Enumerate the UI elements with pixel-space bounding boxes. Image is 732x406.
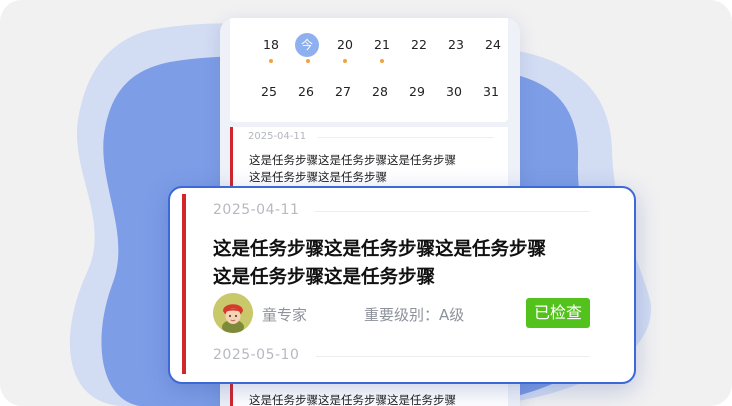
- task-accent-bar: [230, 384, 233, 406]
- calendar-day[interactable]: 24: [478, 37, 508, 53]
- calendar-day[interactable]: 31: [476, 84, 506, 100]
- calendar-day[interactable]: 25: [254, 84, 284, 100]
- calendar-day[interactable]: 27: [328, 84, 358, 100]
- event-dot: [269, 59, 273, 63]
- expert-avatar-icon: [213, 293, 253, 333]
- task-title: 这是任务步骤这是任务步骤这是任务步骤 这是任务步骤这是任务步骤: [213, 239, 547, 288]
- divider: [314, 211, 590, 212]
- calendar-day[interactable]: 23: [441, 37, 471, 53]
- next-task-date: 2025-05-10: [213, 347, 300, 363]
- calendar-day[interactable]: 21: [367, 37, 397, 63]
- event-dot: [306, 59, 310, 63]
- day-number: 18: [263, 37, 279, 52]
- calendar-widget: 今 18 20 21 22 23 24 25 26 27 28 29 30 31: [230, 18, 508, 122]
- day-number: 21: [374, 37, 390, 52]
- task-date: 2025-04-11: [213, 202, 300, 218]
- divider: [318, 137, 494, 138]
- calendar-day[interactable]: 28: [365, 84, 395, 100]
- task-text: 这是任务步骤这是任务步骤这是任务步骤 这是任务步骤这是任务步骤: [249, 153, 456, 184]
- calendar-day[interactable]: 22: [404, 37, 434, 53]
- task-item[interactable]: 这是任务步骤这是任务步骤这是任务步骤: [230, 384, 508, 406]
- status-badge[interactable]: 已检查: [526, 298, 590, 328]
- featured-task-card[interactable]: 2025-04-11 这是任务步骤这是任务步骤这是任务步骤 这是任务步骤这是任务步…: [168, 186, 636, 384]
- event-dot: [343, 59, 347, 63]
- calendar-day-today: [293, 37, 323, 63]
- divider: [316, 356, 590, 357]
- importance-level: 重要级别：A级: [364, 306, 465, 324]
- task-accent-bar: [182, 194, 186, 374]
- calendar-day[interactable]: 30: [439, 84, 469, 100]
- task-date: 2025-04-11: [248, 131, 307, 142]
- calendar-day[interactable]: 26: [291, 84, 321, 100]
- task-text: 这是任务步骤这是任务步骤这是任务步骤: [249, 393, 456, 406]
- avatar[interactable]: [213, 293, 253, 333]
- event-dot: [380, 59, 384, 63]
- task-author: 童专家: [262, 306, 308, 324]
- calendar-day[interactable]: 18: [256, 37, 286, 63]
- calendar-day[interactable]: 20: [330, 37, 360, 63]
- day-number: 20: [337, 37, 353, 52]
- calendar-day[interactable]: 29: [402, 84, 432, 100]
- background-stage: 今 18 20 21 22 23 24 25 26 27 28 29 30 31…: [0, 0, 732, 406]
